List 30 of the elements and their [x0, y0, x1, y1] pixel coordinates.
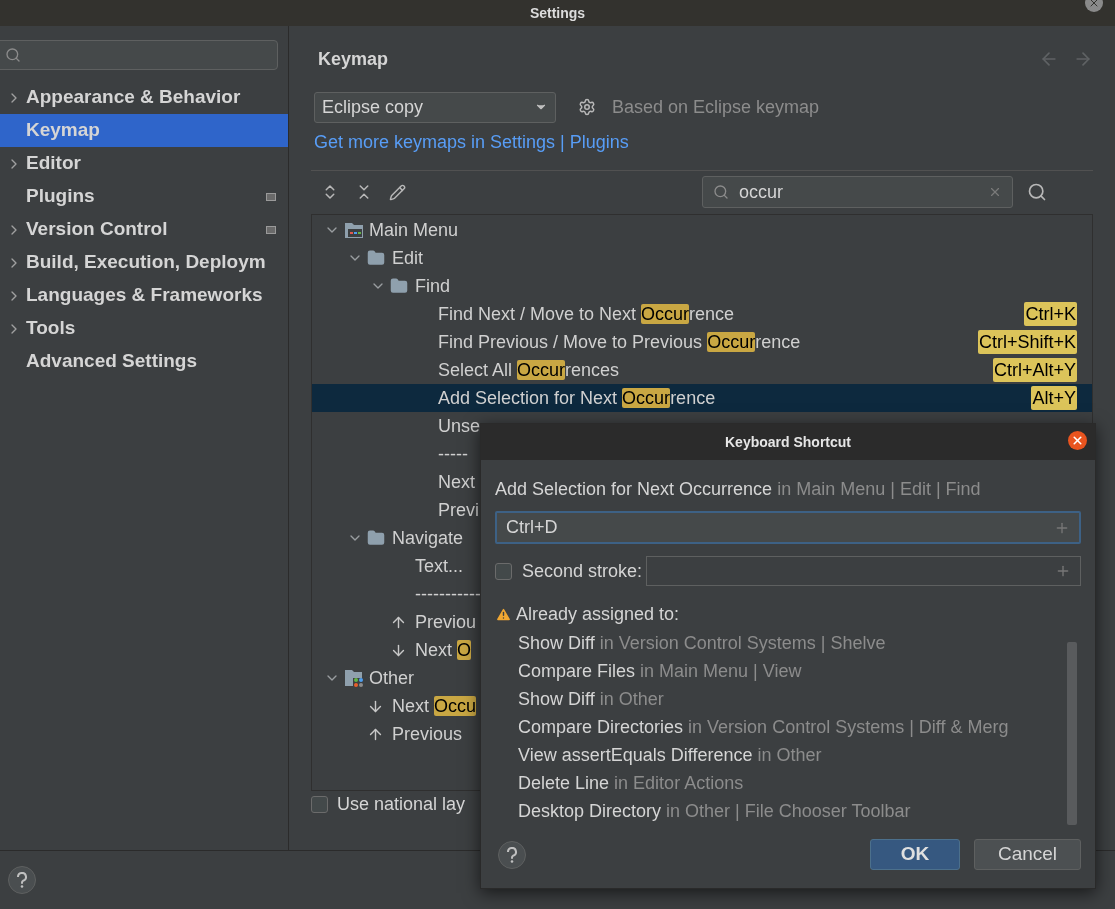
page-title: Keymap [318, 47, 389, 71]
conflict-item: Show Diff in Version Control Systems | Shelve [518, 632, 887, 656]
conflict-item: Desktop Directory in Other | File Chooser Toolbar [518, 799, 912, 823]
action-label: Previ [438, 498, 479, 522]
window-title: Settings [529, 3, 586, 23]
action-label: Previou [415, 610, 477, 634]
shortcut-badge: Alt+Y [1031, 386, 1077, 410]
action-label: Add Selection for Next Occurrence [438, 386, 716, 410]
shortcut-badge: Ctrl+Shift+K [977, 330, 1077, 354]
action-label: Previous [392, 722, 463, 746]
shortcut-badge: Ctrl+Alt+Y [992, 358, 1077, 382]
based-on-note: Based on Eclipse keymap [612, 95, 820, 119]
action-label: Find Previous / Move to Previous Occurrence [438, 330, 801, 354]
warning-text: Already assigned to: [516, 603, 680, 626]
conflict-item: Show Diff in Other [518, 688, 665, 712]
conflict-item: Compare Directories in Version Control Systems | Diff & Merg [518, 716, 1010, 739]
conflict-item: Compare Files in Main Menu | View [518, 660, 803, 684]
dialog-title: Keyboard Shortcut [725, 432, 851, 452]
action-label: ----------- [415, 582, 481, 606]
conflict-item: Delete Line in Editor Actions [518, 771, 745, 795]
conflict-item: View assertEquals Difference in Other [518, 743, 823, 767]
shortcut-badge: Ctrl+K [1024, 302, 1077, 326]
action-label: Select All Occurrences [438, 358, 620, 382]
checkbox-label: Second stroke: [522, 559, 643, 583]
action-label: Unse [438, 414, 481, 438]
action-path: Add Selection for Next Occurrence in Main Menu | Edit | Find [495, 478, 982, 501]
action-label: Find Next / Move to Next Occurrence [438, 302, 735, 326]
action-label: Next O [415, 638, 472, 662]
action-label: Next Occu [392, 694, 477, 718]
checkbox-label: Use national lay [337, 792, 466, 816]
